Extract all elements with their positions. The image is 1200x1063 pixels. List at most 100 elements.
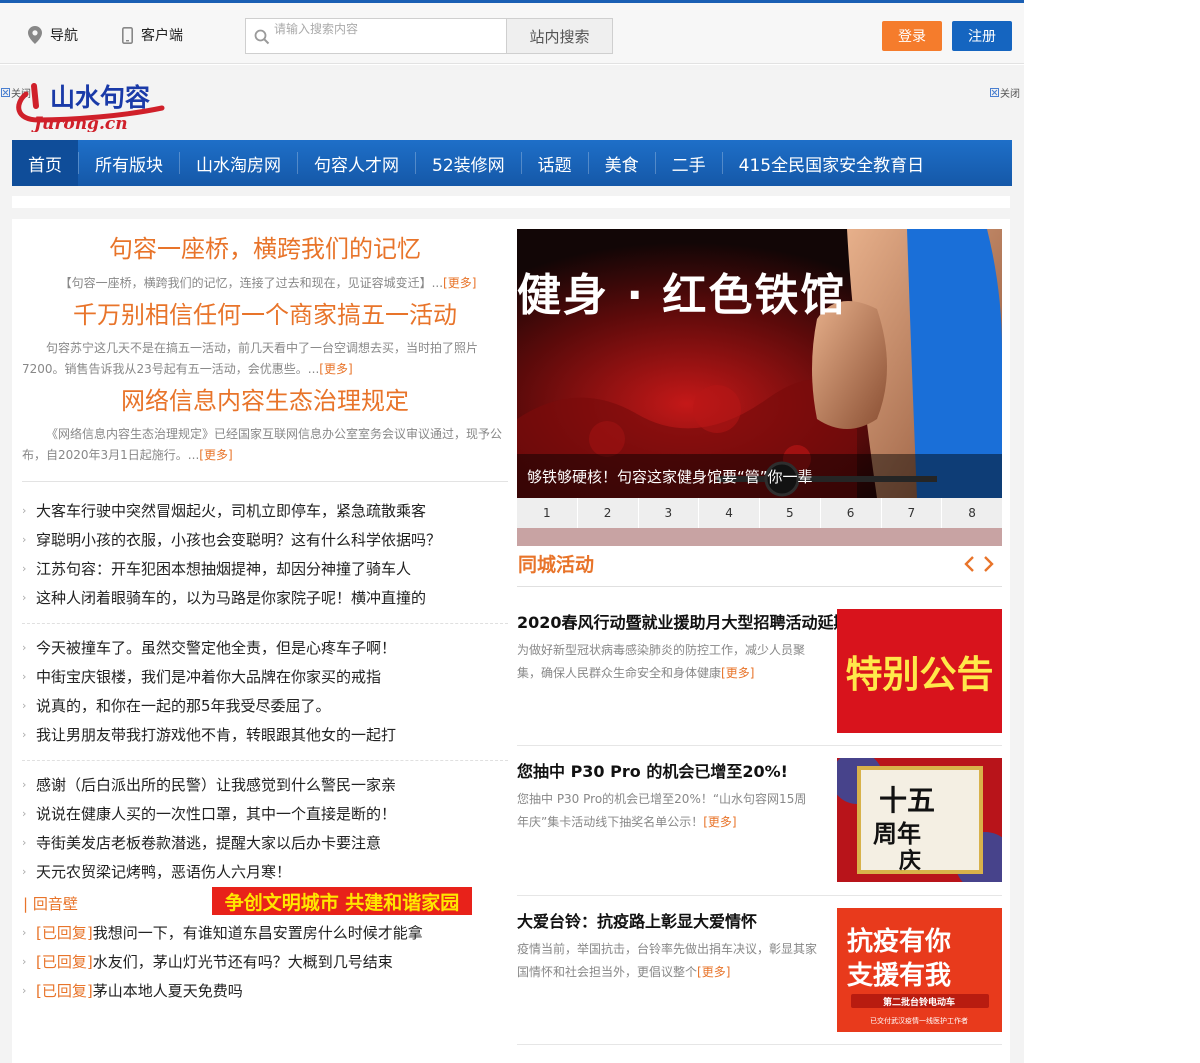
main-nav: 首页 所有版块 山水淘房网 句容人才网 52装修网 话题 美食 二手 415全民国家安全教育日 bbox=[12, 140, 1012, 186]
main-nav-item[interactable]: 美食 bbox=[589, 140, 655, 186]
slider-image-title: 健身 · 红色铁馆 bbox=[517, 270, 847, 321]
bullet-icon: › bbox=[22, 984, 27, 997]
summary-text: 句容苏宁这几天不是在搞五一活动，前几天看中了一台空调想去买，当时拍了照片 720… bbox=[22, 341, 479, 376]
more-link[interactable]: [更多] bbox=[443, 276, 476, 290]
news-item[interactable]: › 江苏句容：开车犯困本想抽烟提神，却因分神撞了骑车人 bbox=[22, 554, 512, 583]
news-list: › 大客车行驶中突然冒烟起火，司机立即停车，紧急疏散乘客 › 穿聪明小孩的衣服，小孩也… bbox=[22, 496, 512, 612]
activity-image[interactable]: 特别公告 bbox=[837, 609, 1002, 733]
site-logo[interactable]: 山水句容 Jurong.cn bbox=[12, 76, 194, 132]
top-bar: 导航 客户端 站内搜索 登录 注册 bbox=[0, 0, 1024, 64]
news-item[interactable]: › 说说在健康人买的一次性口罩，其中一个直接是断的！ bbox=[22, 799, 512, 828]
anniversary-text-b: 周年 bbox=[873, 819, 921, 848]
main-nav-item[interactable]: 句容人才网 bbox=[298, 140, 415, 186]
news-item[interactable]: › 我让男朋友带我打游戏他不肯，转眼跟其他女的一起打 bbox=[22, 720, 512, 749]
close-label: 关闭 bbox=[1000, 89, 1020, 100]
register-button[interactable]: 注册 bbox=[952, 21, 1012, 51]
bullet-icon: › bbox=[22, 670, 27, 683]
poster-text-d: 已交付武汉疫情一线医护工作者 bbox=[870, 1016, 968, 1025]
news-item[interactable]: › 今天被撞车了。虽然交警定他全责，但是心疼车子啊！ bbox=[22, 633, 512, 662]
main-nav-item[interactable]: 415全民国家安全教育日 bbox=[723, 140, 940, 186]
poster-text-c: 第二批台铃电动车 bbox=[883, 996, 955, 1008]
news-item[interactable]: › 大客车行驶中突然冒烟起火，司机立即停车，紧急疏散乘客 bbox=[22, 496, 512, 525]
content-panel: 句容一座桥，横跨我们的记忆 【句容一座桥，横跨我们的记忆，连接了过去和现在，见证… bbox=[12, 219, 1010, 1063]
echo-item[interactable]: › [已回复] 我想问一下，有谁知道东昌安置房什么时候才能拿 bbox=[22, 918, 512, 947]
slider-page-button[interactable]: 8 bbox=[942, 498, 1002, 528]
news-item[interactable]: › 中街宝庆银楼，我们是冲着你大品牌在你家买的戒指 bbox=[22, 662, 512, 691]
more-link[interactable]: [更多] bbox=[721, 666, 754, 680]
bullet-icon: › bbox=[22, 562, 27, 575]
activity-title[interactable]: 您抽中 P30 Pro 的机会已增至20%! bbox=[517, 758, 837, 782]
activity-image[interactable]: 十五 周年 庆 bbox=[837, 758, 1002, 882]
slider-page-button[interactable]: 3 bbox=[639, 498, 700, 528]
echo-title: 茅山本地人夏天免费吗 bbox=[92, 982, 243, 1000]
slider-page-button[interactable]: 6 bbox=[821, 498, 882, 528]
activity-desc: 疫情当前，举国抗击，台铃率先做出捐车决议，彰显其家国情怀和社会担当外，更倡议整个… bbox=[517, 938, 817, 984]
news-title: 穿聪明小孩的衣服，小孩也会变聪明？这有什么科学依据吗？ bbox=[36, 531, 442, 549]
slider-page-button[interactable]: 7 bbox=[882, 498, 943, 528]
main-nav-item[interactable]: 所有版块 bbox=[79, 140, 179, 186]
news-item[interactable]: › 说真的，和你在一起的那5年我受尽委屈了。 bbox=[22, 691, 512, 720]
slider-page-button[interactable]: 1 bbox=[517, 498, 578, 528]
civilized-city-banner[interactable]: 争创文明城市 共建和谐家园 bbox=[212, 887, 472, 915]
close-ad-right[interactable]: 关闭 bbox=[990, 85, 1020, 100]
bullet-icon: › bbox=[22, 591, 27, 604]
logo-english-text: Jurong.cn bbox=[31, 114, 128, 132]
bullet-icon: › bbox=[22, 807, 27, 820]
news-item[interactable]: › 这种人闭着眼骑车的，以为马路是你家院子呢！横冲直撞的 bbox=[22, 583, 512, 612]
slider-pager: 12345678 bbox=[517, 498, 1002, 528]
main-nav-item[interactable]: 山水淘房网 bbox=[180, 140, 297, 186]
news-title: 说真的，和你在一起的那5年我受尽委屈了。 bbox=[36, 697, 331, 715]
nav-link[interactable]: 导航 bbox=[28, 23, 78, 47]
chevron-left-icon[interactable] bbox=[962, 555, 976, 573]
echo-item[interactable]: › [已回复] 茅山本地人夏天免费吗 bbox=[22, 976, 512, 1005]
image-slider[interactable]: 健身 · 红色铁馆 够铁够硬核！句容这家健身馆要“管”你一辈 bbox=[517, 229, 1002, 498]
more-link[interactable]: [更多] bbox=[199, 448, 232, 462]
news-title: 我让男朋友带我打游戏他不肯，转眼跟其他女的一起打 bbox=[36, 726, 397, 744]
login-button[interactable]: 登录 bbox=[882, 21, 942, 51]
main-nav-item[interactable]: 二手 bbox=[656, 140, 722, 186]
more-link[interactable]: [更多] bbox=[697, 965, 730, 979]
activity-title[interactable]: 2020春风行动暨就业援助月大型招聘活动延期 bbox=[517, 609, 837, 633]
news-item[interactable]: › 感谢（后白派出所的民警）让我感觉到什么警民一家亲 bbox=[22, 770, 512, 799]
echo-wall-title[interactable]: | 回音壁 bbox=[23, 893, 78, 914]
activity-divider bbox=[517, 895, 1002, 896]
feature-headline[interactable]: 句容一座桥，横跨我们的记忆 bbox=[12, 229, 518, 264]
slider-page-button[interactable]: 5 bbox=[760, 498, 821, 528]
more-link[interactable]: [更多] bbox=[703, 815, 736, 829]
echo-item[interactable]: › [已回复] 水友们，茅山灯光节还有吗？大概到几号结束 bbox=[22, 947, 512, 976]
feature-headline[interactable]: 千万别相信任何一个商家搞五一活动 bbox=[12, 295, 518, 330]
search-input[interactable] bbox=[274, 20, 502, 38]
summary-text: 【句容一座桥，横跨我们的记忆，连接了过去和现在，见证容城变迁】... bbox=[59, 276, 444, 290]
feature-headline[interactable]: 网络信息内容生态治理规定 bbox=[12, 381, 518, 416]
summary-text: 《网络信息内容生态治理规定》已经国家互联网信息办公室室务会议审议通过，现予公布，… bbox=[22, 427, 503, 462]
poster-text-b: 支援有我 bbox=[847, 961, 951, 991]
activity-image[interactable]: 抗疫有你 支援有我 第二批台铃电动车 已交付武汉疫情一线医护工作者 bbox=[837, 908, 1002, 1032]
bullet-icon: › bbox=[22, 836, 27, 849]
site-search-button[interactable]: 站内搜索 bbox=[506, 18, 613, 54]
news-item[interactable]: › 穿聪明小孩的衣服，小孩也会变聪明？这有什么科学依据吗？ bbox=[22, 525, 512, 554]
feature-summary: 《网络信息内容生态治理规定》已经国家互联网信息办公室室务会议审议通过，现予公布，… bbox=[22, 424, 514, 466]
bullet-icon: › bbox=[22, 533, 27, 546]
chevron-right-icon[interactable] bbox=[982, 555, 996, 573]
news-item[interactable]: › 天元农贸梁记烤鸭，恶语伤人六月寒！ bbox=[22, 857, 512, 886]
news-list: › 今天被撞车了。虽然交警定他全责，但是心疼车子啊！ › 中街宝庆银楼，我们是冲着你大… bbox=[22, 633, 512, 749]
section-divider bbox=[22, 623, 508, 624]
main-nav-item[interactable]: 首页 bbox=[12, 140, 78, 186]
main-nav-item[interactable]: 52装修网 bbox=[416, 140, 521, 186]
anniversary-text-c: 庆 bbox=[899, 848, 921, 874]
desc-text: 您抽中 P30 Pro的机会已增至20%！“山水句容网15周年庆”集卡活动线下抽… bbox=[517, 792, 807, 829]
news-title: 今天被撞车了。虽然交警定他全责，但是心疼车子啊！ bbox=[36, 639, 397, 657]
activity-desc: 为做好新型冠状病毒感染肺炎的防控工作，减少人员聚集，确保人民群众生命安全和身体健… bbox=[517, 639, 817, 685]
more-link[interactable]: [更多] bbox=[319, 362, 352, 376]
slider-page-button[interactable]: 2 bbox=[578, 498, 639, 528]
activity-title[interactable]: 大爱台铃：抗疫路上彰显大爱情怀 bbox=[517, 908, 837, 932]
client-link[interactable]: 客户端 bbox=[122, 23, 183, 47]
bullet-icon: › bbox=[22, 641, 27, 654]
slider-caption[interactable]: 够铁够硬核！句容这家健身馆要“管”你一辈 bbox=[517, 454, 1002, 498]
main-nav-item[interactable]: 话题 bbox=[522, 140, 588, 186]
nav-label: 导航 bbox=[50, 28, 78, 44]
news-title: 说说在健康人买的一次性口罩，其中一个直接是断的！ bbox=[36, 805, 397, 823]
echo-title: 我想问一下，有谁知道东昌安置房什么时候才能拿 bbox=[92, 924, 423, 942]
slider-page-button[interactable]: 4 bbox=[699, 498, 760, 528]
news-item[interactable]: › 寺街美发店老板卷款潜逃，提醒大家以后办卡要注意 bbox=[22, 828, 512, 857]
